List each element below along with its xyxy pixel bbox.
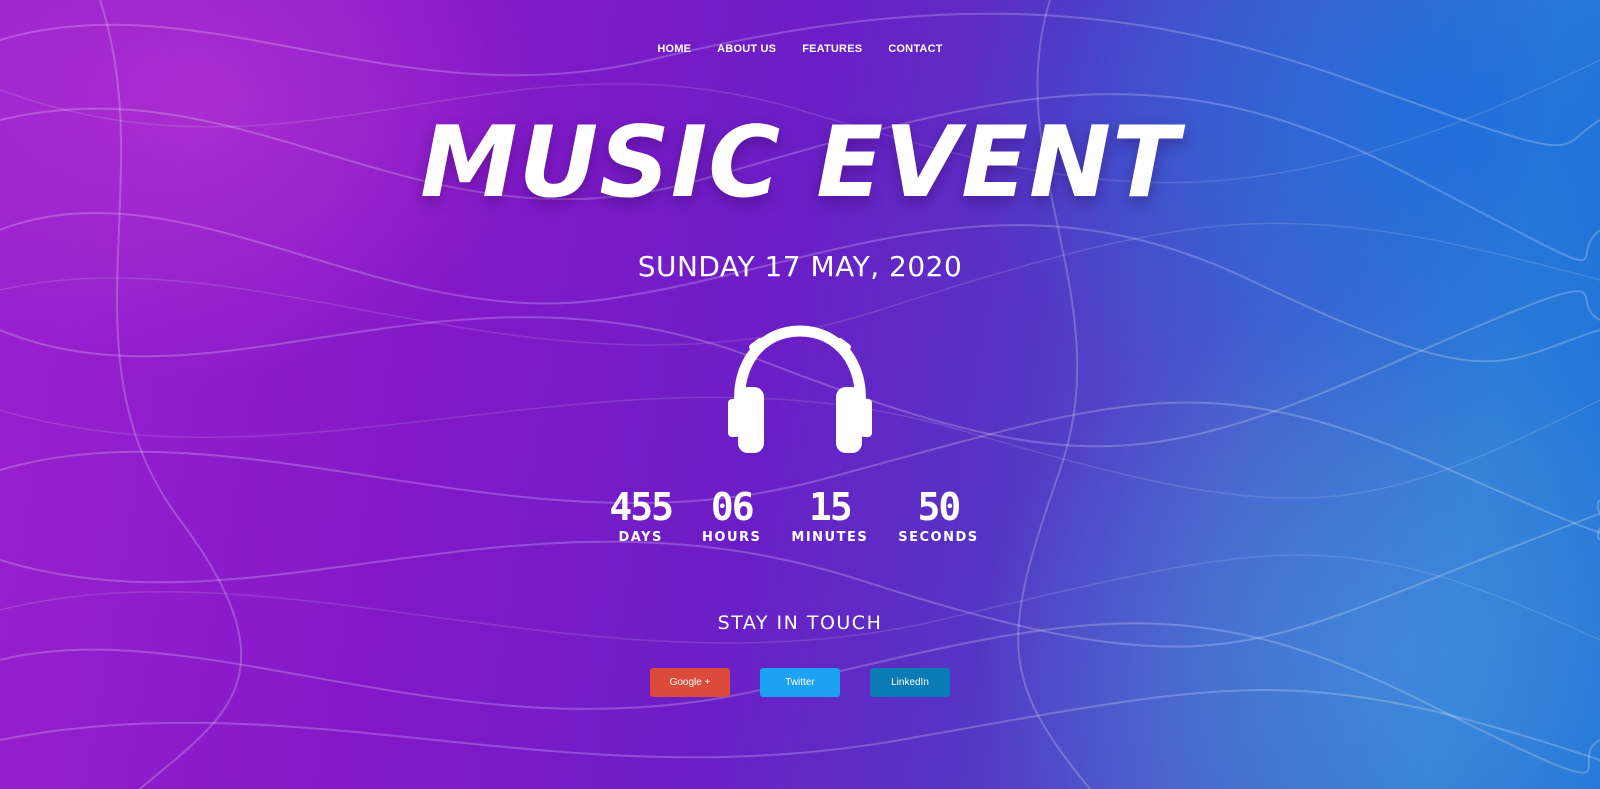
countdown-timer: 455 DAYS 06 HOURS 15 MINUTES 50 SECONDS xyxy=(0,488,1594,545)
headphones-icon xyxy=(728,325,872,453)
countdown-hours: 06 HOURS xyxy=(702,488,761,545)
countdown-hours-label: HOURS xyxy=(702,530,762,545)
countdown-minutes: 15 MINUTES xyxy=(791,488,868,545)
countdown-hours-value: 06 xyxy=(710,485,755,529)
countdown-days-value: 455 xyxy=(609,485,674,529)
main-nav: HOME ABOUT US FEATURES CONTACT xyxy=(0,41,1600,57)
page-title: MUSIC EVENT xyxy=(420,106,1180,220)
nav-item-about-us[interactable]: ABOUT US xyxy=(704,41,789,57)
countdown-seconds-label: SECONDS xyxy=(898,530,979,545)
countdown-seconds: 50 SECONDS xyxy=(898,488,978,545)
nav-item-features[interactable]: FEATURES xyxy=(789,41,875,57)
linkedin-button[interactable]: LinkedIn xyxy=(870,668,950,697)
nav-item-home[interactable]: HOME xyxy=(644,41,704,57)
social-buttons: Google + Twitter LinkedIn xyxy=(0,668,1600,697)
countdown-days: 455 DAYS xyxy=(609,485,674,545)
google-plus-button[interactable]: Google + xyxy=(650,668,730,697)
twitter-button[interactable]: Twitter xyxy=(760,668,840,697)
countdown-days-label: DAYS xyxy=(618,530,663,545)
countdown-minutes-label: MINUTES xyxy=(791,530,869,545)
stay-in-touch-heading: STAY IN TOUCH xyxy=(717,612,883,634)
event-date: SUNDAY 17 MAY, 2020 xyxy=(637,250,963,283)
countdown-seconds-value: 50 xyxy=(917,485,962,529)
countdown-minutes-value: 15 xyxy=(808,485,853,529)
nav-item-contact[interactable]: CONTACT xyxy=(875,41,955,57)
